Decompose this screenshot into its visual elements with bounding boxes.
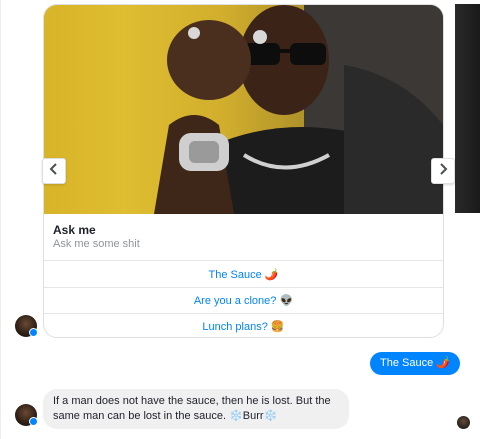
messenger-badge-icon [29, 328, 38, 337]
carousel-prev-button[interactable] [42, 158, 66, 184]
carousel-next-button[interactable] [431, 158, 455, 184]
divider [0, 0, 1, 439]
chevron-right-icon [438, 162, 448, 180]
messenger-badge-icon [29, 417, 38, 426]
generic-template-card: Ask me Ask me some shit The Sauce 🌶️ Are… [43, 4, 444, 338]
are-you-a-clone-button[interactable]: Are you a clone? 👽 [44, 288, 443, 314]
card-image-illustration [44, 5, 443, 214]
card-image[interactable] [44, 5, 443, 214]
card-subtitle: Ask me some shit [53, 238, 140, 250]
the-sauce-button[interactable]: The Sauce 🌶️ [44, 262, 443, 288]
next-card-preview[interactable] [452, 4, 480, 213]
chevron-left-icon [49, 162, 59, 180]
card-info: Ask me Ask me some shit [44, 214, 443, 261]
lunch-plans-button[interactable]: Lunch plans? 🍔 [44, 314, 443, 337]
incoming-message[interactable]: If a man does not have the sauce, then h… [43, 389, 349, 429]
outgoing-message[interactable]: The Sauce 🌶️ [370, 352, 460, 375]
carousel: Ask me Ask me some shit The Sauce 🌶️ Are… [43, 4, 444, 338]
card-title: Ask me [53, 223, 96, 237]
seen-indicator-avatar [457, 416, 470, 429]
